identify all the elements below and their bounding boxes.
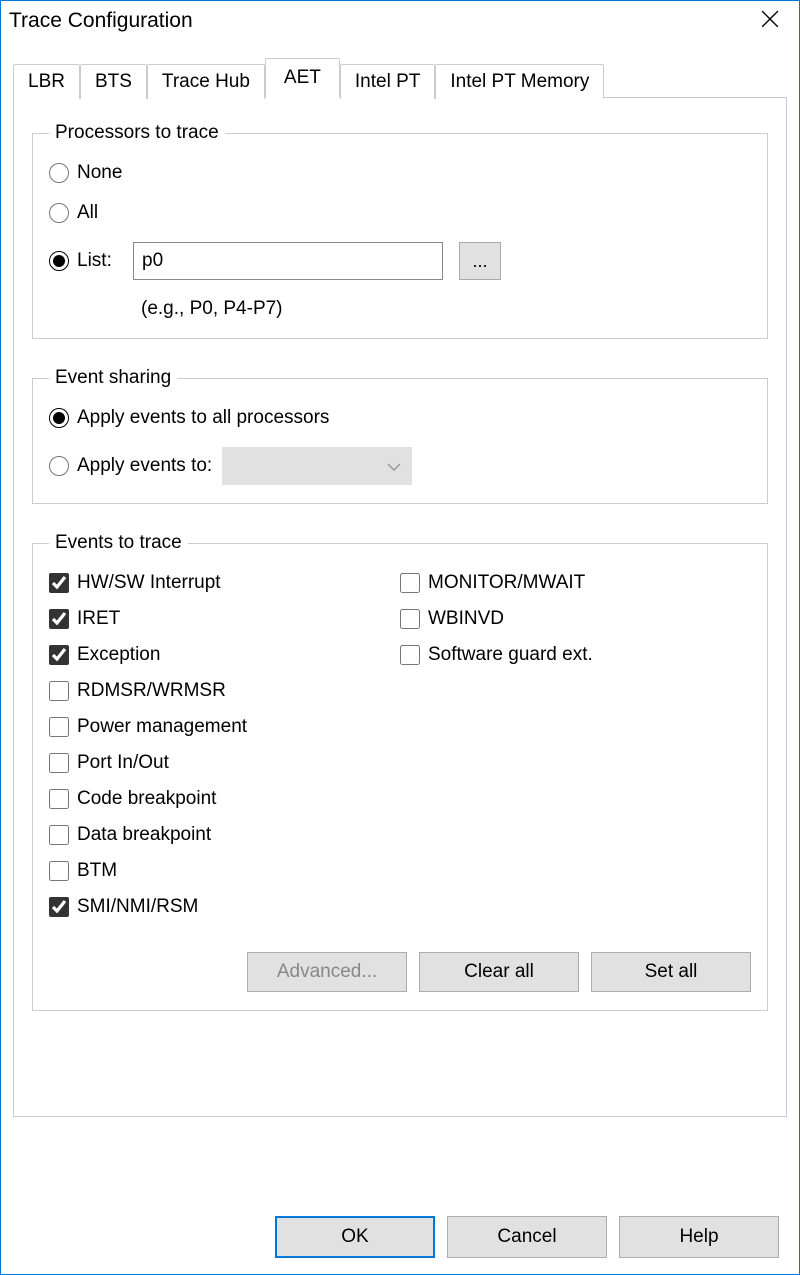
radio-apply-to-label: Apply events to: (77, 455, 212, 477)
cancel-button[interactable]: Cancel (447, 1216, 607, 1258)
dialog-button-row: OK Cancel Help (275, 1216, 779, 1258)
check-btm-label: BTM (77, 860, 117, 882)
check-data-bp[interactable] (49, 825, 69, 845)
check-sgx-label: Software guard ext. (428, 644, 593, 666)
tab-panel-aet: Processors to trace None All List: ... (… (13, 97, 787, 1117)
radio-apply-all-label: Apply events to all processors (77, 407, 329, 429)
radio-none[interactable] (49, 163, 69, 183)
check-iret[interactable] (49, 609, 69, 629)
check-wbinvd[interactable] (400, 609, 420, 629)
events-col-right: MONITOR/MWAIT WBINVD Software guard ext. (400, 572, 751, 932)
check-smi[interactable] (49, 897, 69, 917)
check-hwsw-interrupt-label: HW/SW Interrupt (77, 572, 221, 594)
tab-bts[interactable]: BTS (80, 64, 147, 99)
check-data-bp-label: Data breakpoint (77, 824, 211, 846)
check-hwsw-interrupt[interactable] (49, 573, 69, 593)
check-wbinvd-label: WBINVD (428, 608, 504, 630)
check-power-label: Power management (77, 716, 247, 738)
tab-intel-pt-memory[interactable]: Intel PT Memory (435, 64, 604, 99)
check-power[interactable] (49, 717, 69, 737)
check-monitor[interactable] (400, 573, 420, 593)
event-sharing-group: Event sharing Apply events to all proces… (32, 367, 768, 504)
browse-button[interactable]: ... (459, 242, 501, 280)
check-sgx[interactable] (400, 645, 420, 665)
chevron-down-icon (387, 455, 401, 477)
window-title: Trace Configuration (9, 9, 193, 33)
help-button[interactable]: Help (619, 1216, 779, 1258)
radio-list[interactable] (49, 251, 69, 271)
tab-intel-pt[interactable]: Intel PT (340, 64, 435, 99)
processors-group: Processors to trace None All List: ... (… (32, 122, 768, 339)
check-rdmsr-label: RDMSR/WRMSR (77, 680, 226, 702)
events-col-left: HW/SW Interrupt IRET Exception RDMSR/WRM… (49, 572, 400, 932)
radio-none-label: None (77, 162, 122, 184)
check-btm[interactable] (49, 861, 69, 881)
check-rdmsr[interactable] (49, 681, 69, 701)
radio-apply-to[interactable] (49, 456, 69, 476)
check-monitor-label: MONITOR/MWAIT (428, 572, 585, 594)
radio-all-label: All (77, 202, 98, 224)
check-smi-label: SMI/NMI/RSM (77, 896, 198, 918)
radio-all[interactable] (49, 203, 69, 223)
tab-container: LBR BTS Trace Hub AET Intel PT Intel PT … (13, 57, 787, 1117)
check-iret-label: IRET (77, 608, 120, 630)
events-group: Events to trace HW/SW Interrupt IRET Exc… (32, 532, 768, 1011)
radio-list-label: List: (77, 250, 125, 272)
check-portio-label: Port In/Out (77, 752, 169, 774)
set-all-button[interactable]: Set all (591, 952, 751, 992)
check-code-bp[interactable] (49, 789, 69, 809)
radio-apply-all[interactable] (49, 408, 69, 428)
tab-lbr[interactable]: LBR (13, 64, 80, 99)
tab-trace-hub[interactable]: Trace Hub (147, 64, 265, 99)
events-legend: Events to trace (49, 532, 188, 554)
apply-to-dropdown[interactable] (222, 447, 412, 485)
processors-legend: Processors to trace (49, 122, 225, 144)
tab-aet[interactable]: AET (265, 58, 340, 98)
ok-button[interactable]: OK (275, 1216, 435, 1258)
check-portio[interactable] (49, 753, 69, 773)
titlebar: Trace Configuration (1, 1, 799, 41)
close-icon[interactable] (753, 10, 787, 32)
processor-hint: (e.g., P0, P4-P7) (141, 298, 751, 320)
processor-list-input[interactable] (133, 242, 443, 280)
check-exception[interactable] (49, 645, 69, 665)
check-code-bp-label: Code breakpoint (77, 788, 216, 810)
check-exception-label: Exception (77, 644, 160, 666)
clear-all-button[interactable]: Clear all (419, 952, 579, 992)
event-sharing-legend: Event sharing (49, 367, 177, 389)
advanced-button: Advanced... (247, 952, 407, 992)
tab-bar: LBR BTS Trace Hub AET Intel PT Intel PT … (13, 57, 787, 97)
